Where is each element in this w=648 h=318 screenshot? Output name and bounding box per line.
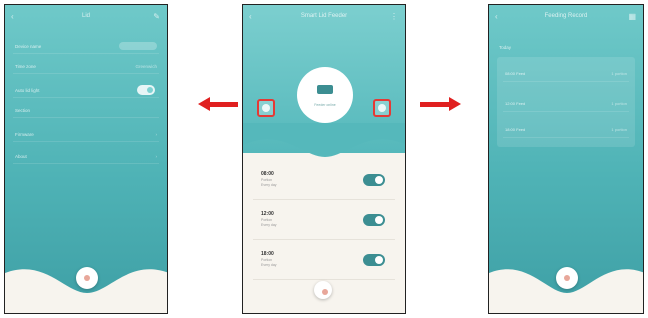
settings-row[interactable]: Device name [13,41,159,54]
schedule-toggle[interactable] [363,214,385,226]
row-label: Device name [15,44,42,49]
schedule-portion: Portion [261,258,273,262]
history-icon [378,104,386,112]
records-date: Today [499,45,512,50]
record-row: 08:00 Feed 1 portion [503,67,629,82]
device-caption: Feeder online [314,103,336,107]
settings-topbar: ‹ Lid ✎ [5,5,167,31]
record-value: 1 portion [611,101,627,106]
chevron-right-icon: › [155,132,158,137]
edit-icon[interactable]: ✎ [153,12,160,21]
settings-row: Section [13,105,159,118]
calendar-icon[interactable]: ▦ [628,12,636,21]
schedule-portion: Portion [261,218,273,222]
add-button[interactable] [76,267,98,289]
arrow-left-icon [198,97,238,111]
records-button[interactable] [373,99,391,117]
auto-light-toggle[interactable] [137,85,155,95]
more-icon[interactable]: ⋮ [390,12,398,21]
records-topbar: ‹ Feeding Record ▦ [489,5,643,31]
settings-row[interactable]: Time zone Greenwich [13,61,159,74]
records-title: Feeding Record [544,13,588,19]
schedule-portion: Portion [261,178,273,182]
row-label: Time zone [15,64,36,69]
row-label: Firmware [15,132,34,137]
row-value: Greenwich [135,64,157,69]
row-label: About [15,154,27,159]
device-name-field[interactable] [119,42,157,50]
home-screen: ‹ Smart Lid Feeder ⋮ Feeder online 08:00… [242,4,406,314]
record-label: 12:00 Feed [505,101,526,106]
gear-icon [262,104,270,112]
settings-screen: ‹ Lid ✎ Device name Time zone Greenwich … [4,4,168,314]
chevron-right-icon: › [155,154,158,159]
schedule-card[interactable]: 08:00 Portion Every day [253,161,395,200]
schedule-repeat: Every day [261,263,277,267]
header-wave [243,123,405,157]
record-label: 18:00 Feed [505,127,526,132]
record-value: 1 portion [611,127,627,132]
records-screen: ‹ Feeding Record ▦ Today 08:00 Feed 1 po… [488,4,644,314]
record-row: 18:00 Feed 1 portion [503,123,629,138]
home-title: Smart Lid Feeder [300,13,348,19]
settings-row[interactable]: Firmware › [13,129,159,142]
schedule-repeat: Every day [261,183,277,187]
schedule-time: 08:00 [261,171,274,177]
records-panel: 08:00 Feed 1 portion 12:00 Feed 1 portio… [497,57,635,147]
schedule-card[interactable]: 18:00 Portion Every day [253,241,395,280]
feeder-icon [317,85,333,94]
add-schedule-button[interactable] [314,281,332,299]
settings-row[interactable]: About › [13,151,159,164]
schedule-time: 12:00 [261,211,274,217]
add-button[interactable] [556,267,578,289]
home-topbar: ‹ Smart Lid Feeder ⋮ [243,5,405,31]
record-row: 12:00 Feed 1 portion [503,97,629,112]
settings-button[interactable] [257,99,275,117]
arrow-right-icon [420,97,462,111]
record-value: 1 portion [611,71,627,76]
schedule-repeat: Every day [261,223,277,227]
schedule-toggle[interactable] [363,174,385,186]
schedule-toggle[interactable] [363,254,385,266]
device-status[interactable]: Feeder online [297,67,353,123]
schedule-card[interactable]: 12:00 Portion Every day [253,201,395,240]
schedule-time: 18:00 [261,251,274,257]
settings-title: Lid [81,13,90,19]
record-label: 08:00 Feed [505,71,526,76]
row-label: Auto lid light [15,88,40,93]
row-label: Section [15,108,31,113]
settings-row[interactable]: Auto lid light [13,85,159,98]
